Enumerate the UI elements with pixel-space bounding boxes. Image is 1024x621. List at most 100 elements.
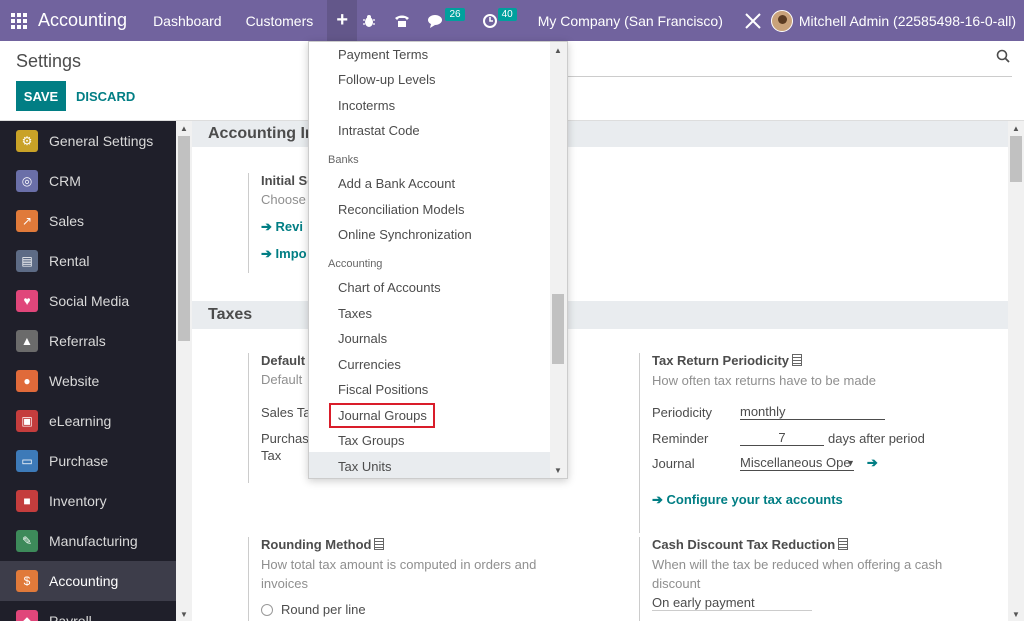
sidebar-item-general-settings[interactable]: ⚙ General Settings: [0, 121, 176, 161]
main-scroll-thumb[interactable]: [1010, 136, 1022, 182]
dropdown-header-banks: Banks: [328, 154, 359, 166]
rounding-radio[interactable]: [261, 603, 273, 616]
app-title[interactable]: Accounting: [38, 10, 127, 31]
elearning-icon: ▣: [16, 410, 38, 432]
company-switcher[interactable]: My Company (San Francisco): [526, 13, 735, 29]
dropdown-scroll-thumb[interactable]: [552, 294, 564, 364]
dropdown-scrollbar[interactable]: ▲ ▼: [550, 42, 567, 478]
referrals-icon: ▲: [16, 330, 38, 352]
apps-menu-icon[interactable]: [0, 0, 38, 41]
dropdown-item-chart-of-accounts[interactable]: Chart of Accounts: [338, 280, 441, 295]
menu-dashboard[interactable]: Dashboard: [141, 0, 234, 41]
dropdown-item-journals[interactable]: Journals: [338, 331, 387, 346]
debug-bug-icon[interactable]: [353, 0, 385, 41]
main-scrollbar[interactable]: ▲ ▼: [1008, 121, 1024, 621]
save-button[interactable]: SAVE: [16, 81, 66, 111]
dropdown-item-currencies[interactable]: Currencies: [338, 357, 401, 372]
scroll-up-arrow-icon[interactable]: ▲: [1012, 124, 1020, 133]
tools-icon[interactable]: [735, 0, 771, 41]
company-building-icon: [792, 354, 803, 366]
thumbs-up-icon: ♥: [16, 290, 38, 312]
search-input[interactable]: [566, 76, 1012, 77]
journal-external-arrow-icon[interactable]: ➔: [867, 455, 878, 471]
messages-icon[interactable]: 26: [419, 0, 473, 41]
configure-arrow-icon[interactable]: ➔: [652, 492, 663, 507]
import-link[interactable]: Impo: [276, 246, 307, 261]
sidebar-item-crm[interactable]: ◎ CRM: [0, 161, 176, 201]
sidebar-item-accounting[interactable]: $ Accounting: [0, 561, 176, 601]
gear-icon: ⚙: [16, 130, 38, 152]
sidebar-item-manufacturing[interactable]: ✎ Manufacturing: [0, 521, 176, 561]
sidebar-scroll-thumb[interactable]: [178, 136, 190, 341]
dropdown-item-tax-groups[interactable]: Tax Groups: [338, 433, 404, 448]
dropdown-item-journal-groups[interactable]: Journal Groups: [338, 408, 427, 423]
sidebar-item-sales[interactable]: ↗ Sales: [0, 201, 176, 241]
dropdown-item-incoterms[interactable]: Incoterms: [338, 98, 395, 113]
dropdown-item-online-synchronization[interactable]: Online Synchronization: [338, 227, 472, 242]
sidebar-item-social-media[interactable]: ♥ Social Media: [0, 281, 176, 321]
rental-icon: ▤: [16, 250, 38, 272]
dropdown-item-reconciliation-models[interactable]: Reconciliation Models: [338, 202, 464, 217]
sidebar-item-elearning[interactable]: ▣ eLearning: [0, 401, 176, 441]
reminder-suffix: days after period: [828, 430, 925, 446]
boxes-icon: ■: [16, 490, 38, 512]
review-link-arrow-icon[interactable]: ➔: [261, 219, 272, 234]
import-link-arrow-icon[interactable]: ➔: [261, 246, 272, 261]
sidebar-scrollbar[interactable]: ▲ ▼: [176, 121, 192, 621]
handshake-icon: ◎: [16, 170, 38, 192]
avatar[interactable]: [770, 9, 793, 32]
sidebar-item-referrals[interactable]: ▲ Referrals: [0, 321, 176, 361]
scroll-up-arrow-icon[interactable]: ▲: [554, 46, 562, 55]
globe-icon: ●: [16, 370, 38, 392]
configure-tax-accounts-link[interactable]: Configure your tax accounts: [667, 492, 843, 507]
journal-caret-icon[interactable]: ▼: [846, 458, 855, 468]
dropdown-item-tax-units[interactable]: Tax Units: [338, 459, 391, 474]
reminder-input[interactable]: 7: [740, 430, 824, 446]
company-building-icon: [838, 538, 849, 550]
invoice-icon: $: [16, 570, 38, 592]
dropdown-item-intrastat-code[interactable]: Intrastat Code: [338, 123, 420, 138]
dropdown-item-follow-up-levels[interactable]: Follow-up Levels: [338, 72, 436, 87]
cash-discount-select[interactable]: On early payment: [652, 595, 812, 611]
phone-icon[interactable]: [385, 0, 419, 41]
scroll-down-arrow-icon[interactable]: ▼: [554, 466, 562, 475]
activities-clock-icon[interactable]: 40: [474, 0, 526, 41]
page-title: Settings: [16, 51, 82, 71]
reminder-label: Reminder: [652, 430, 709, 446]
review-link[interactable]: Revi: [276, 219, 303, 234]
dropdown-item-fiscal-positions[interactable]: Fiscal Positions: [338, 382, 428, 397]
dropdown-item-taxes[interactable]: Taxes: [338, 306, 372, 321]
sidebar-item-purchase[interactable]: ▭ Purchase: [0, 441, 176, 481]
periodicity-select[interactable]: monthly: [740, 404, 885, 420]
top-navbar: Accounting Dashboard Customers + 26 40 M…: [0, 0, 1024, 41]
setting-initial-setup: Initial Se Choose ➔ Revi ➔ Impo: [248, 173, 314, 273]
messages-badge: 26: [445, 8, 465, 21]
journal-select[interactable]: Miscellaneous Ope: [740, 455, 854, 471]
configuration-dropdown: Payment Terms Follow-up Levels Incoterms…: [308, 41, 568, 479]
menu-customers[interactable]: Customers: [234, 0, 326, 41]
scroll-up-arrow-icon[interactable]: ▲: [180, 124, 188, 133]
setting-tax-return-periodicity: Tax Return Periodicity How often tax ret…: [639, 353, 999, 533]
sidebar-item-payroll[interactable]: ◆ Payroll: [0, 601, 176, 621]
activities-badge: 40: [497, 8, 517, 21]
user-menu[interactable]: Mitchell Admin (22585498-16-0-all): [799, 13, 1024, 29]
sidebar-item-inventory[interactable]: ■ Inventory: [0, 481, 176, 521]
sidebar-item-rental[interactable]: ▤ Rental: [0, 241, 176, 281]
periodicity-label: Periodicity: [652, 404, 712, 420]
setting-default-taxes: Default Default Sales Ta Purchase Tax: [248, 353, 316, 483]
credit-card-icon: ▭: [16, 450, 38, 472]
rounding-option: Round per line: [281, 602, 366, 617]
search-icon[interactable]: [996, 49, 1010, 63]
dropdown-item-payment-terms[interactable]: Payment Terms: [338, 47, 428, 62]
settings-sidebar: ⚙ General Settings ◎ CRM ↗ Sales ▤ Rental ♥ S…: [0, 121, 176, 621]
scroll-down-arrow-icon[interactable]: ▼: [180, 610, 188, 619]
setting-rounding-method: Rounding Method How total tax amount is …: [248, 537, 568, 621]
scroll-down-arrow-icon[interactable]: ▼: [1012, 610, 1020, 619]
company-building-icon: [374, 538, 385, 550]
dropdown-item-add-bank-account[interactable]: Add a Bank Account: [338, 176, 455, 191]
sidebar-item-website[interactable]: ● Website: [0, 361, 176, 401]
dropdown-header-accounting: Accounting: [328, 258, 383, 270]
wrench-icon: ✎: [16, 530, 38, 552]
payroll-icon: ◆: [16, 610, 38, 621]
discard-button[interactable]: DISCARD: [70, 81, 141, 111]
